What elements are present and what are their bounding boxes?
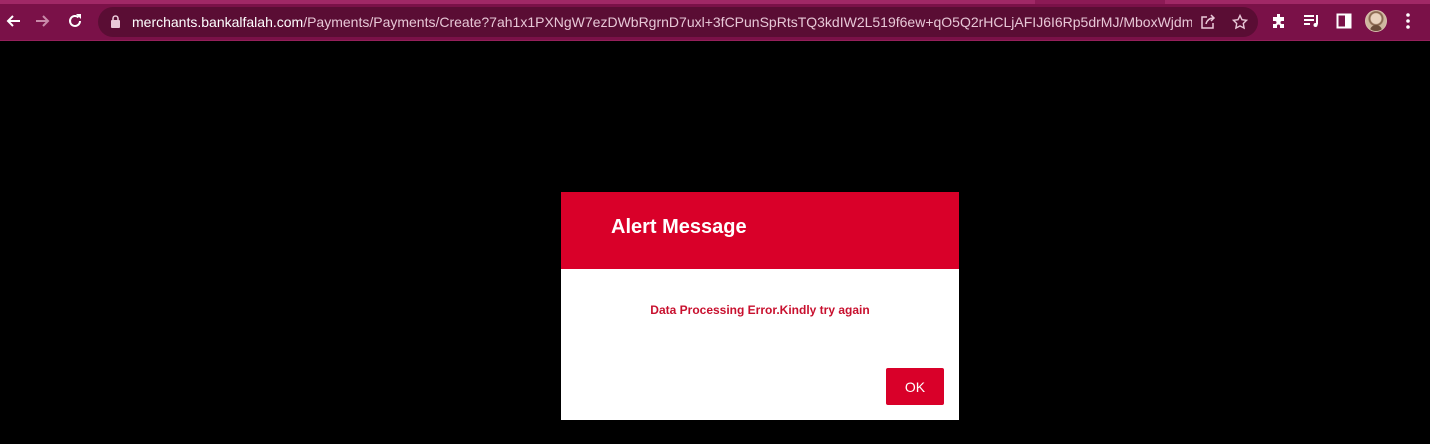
back-button[interactable] <box>0 8 26 34</box>
lock-icon[interactable] <box>110 15 121 33</box>
back-arrow-icon <box>5 13 21 29</box>
kebab-menu-icon[interactable] <box>1398 11 1418 31</box>
forward-button[interactable] <box>30 8 56 34</box>
alert-dialog: Alert Message Data Processing Error.Kind… <box>561 192 959 420</box>
avatar[interactable] <box>1365 10 1387 32</box>
url-path: /Payments/Payments/Create?7ah1x1PXNgW7ez… <box>303 14 1192 30</box>
active-tab-edge <box>0 0 1035 4</box>
extensions-icon[interactable] <box>1269 11 1289 31</box>
forward-arrow-icon <box>35 13 51 29</box>
alert-dialog-header: Alert Message <box>561 192 959 269</box>
share-icon[interactable] <box>1198 13 1218 31</box>
alert-title: Alert Message <box>611 216 747 238</box>
browser-toolbar: merchants.bankalfalah.com/Payments/Payme… <box>0 0 1430 41</box>
other-tab-edge <box>1165 0 1430 4</box>
address-bar[interactable]: merchants.bankalfalah.com/Payments/Payme… <box>98 7 1258 37</box>
tab-strip-edge <box>0 0 1430 4</box>
star-icon[interactable] <box>1230 13 1250 31</box>
side-panel-icon[interactable] <box>1334 11 1354 31</box>
reload-icon <box>67 13 83 29</box>
reload-button[interactable] <box>62 8 88 34</box>
url-text[interactable]: merchants.bankalfalah.com/Payments/Payme… <box>132 14 1192 30</box>
url-host: merchants.bankalfalah.com <box>132 14 304 30</box>
ok-button[interactable]: OK <box>886 368 944 405</box>
media-controls-icon[interactable] <box>1302 11 1322 31</box>
alert-message: Data Processing Error.Kindly try again <box>650 303 870 317</box>
